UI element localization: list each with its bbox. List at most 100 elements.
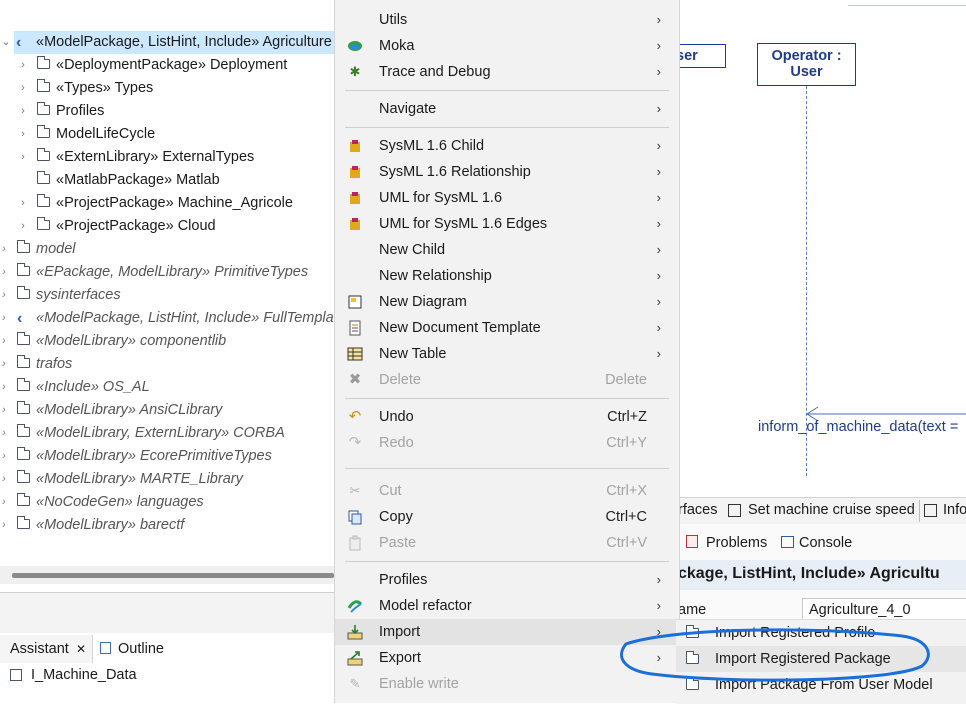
menu-item-new-diagram[interactable]: New Diagram › xyxy=(335,289,679,315)
tree-row[interactable]: › ModelLifeCycle xyxy=(0,123,334,146)
menu-item-sysml-relationship[interactable]: SysML 1.6 Relationship › xyxy=(335,159,679,185)
menu-item-profiles[interactable]: Profiles › xyxy=(335,567,679,593)
chevron-right-icon[interactable]: › xyxy=(0,445,10,468)
menu-item-new-relationship[interactable]: New Relationship › xyxy=(335,263,679,289)
shortcut: Delete xyxy=(605,372,647,388)
tree-row-import[interactable]: › model xyxy=(0,238,334,261)
tree-row[interactable]: › «DeploymentPackage» Deployment xyxy=(0,54,334,77)
menu-item-navigate[interactable]: Navigate › xyxy=(335,96,679,122)
tree-row-root[interactable]: ⌄ ‹ «ModelPackage, ListHint, Include» Ag… xyxy=(0,31,334,54)
chevron-right-icon[interactable]: › xyxy=(0,422,10,445)
menu-item-uml-sysml[interactable]: UML for SysML 1.6 › xyxy=(335,185,679,211)
shortcut: Ctrl+Y xyxy=(606,435,647,451)
folder-icon xyxy=(17,240,30,253)
chevron-right-icon: › xyxy=(656,38,661,53)
chevron-down-icon[interactable]: ⌄ xyxy=(0,31,12,54)
chevron-right-icon[interactable]: › xyxy=(17,54,29,77)
menu-item-new-table[interactable]: New Table › xyxy=(335,341,679,367)
chevron-right-icon[interactable]: › xyxy=(17,146,29,169)
tree-row-import[interactable]: › «ModelLibrary» MARTE_Library xyxy=(0,468,334,491)
chevron-right-icon[interactable]: › xyxy=(0,514,10,537)
editor-tab[interactable]: Info xyxy=(943,502,966,518)
editor-tab-active[interactable]: Set machine cruise speed xyxy=(748,502,915,518)
tree-label: «ProjectPackage» Cloud xyxy=(56,218,216,234)
tree-row-import[interactable]: › «ModelLibrary» componentlib xyxy=(0,330,334,353)
chevron-right-icon: › xyxy=(656,216,661,231)
tree-row-import[interactable]: › sysinterfaces xyxy=(0,284,334,307)
document-template-icon xyxy=(347,320,363,336)
tree-row-import[interactable]: › «ModelLibrary» AnsiCLibrary xyxy=(0,399,334,422)
chevron-right-icon[interactable]: › xyxy=(0,330,10,353)
tree-label: trafos xyxy=(36,356,73,372)
menu-item-copy[interactable]: Copy Ctrl+C xyxy=(335,504,679,530)
editor-tab[interactable]: rfaces xyxy=(678,502,718,518)
tree-row-import[interactable]: › «EPackage, ModelLibrary» PrimitiveType… xyxy=(0,261,334,284)
tree-row-import[interactable]: › «ModelLibrary» EcorePrimitiveTypes xyxy=(0,445,334,468)
menu-item-undo[interactable]: ↶ Undo Ctrl+Z xyxy=(335,404,679,430)
chevron-right-icon[interactable]: › xyxy=(0,238,10,261)
menu-item-sysml-child[interactable]: SysML 1.6 Child › xyxy=(335,133,679,159)
menu-item-uml-sysml-edges[interactable]: UML for SysML 1.6 Edges › xyxy=(335,211,679,237)
menu-item-model-refactor[interactable]: Model refactor › xyxy=(335,593,679,619)
tree-row[interactable]: › Profiles xyxy=(0,100,334,123)
menu-item-new-document-template[interactable]: New Document Template › xyxy=(335,315,679,341)
list-item[interactable]: I_Machine_Data xyxy=(10,666,330,688)
chevron-right-icon: › xyxy=(656,190,661,205)
table-icon xyxy=(347,346,363,362)
chevron-right-icon[interactable]: › xyxy=(17,215,29,238)
chevron-right-icon[interactable]: › xyxy=(17,123,29,146)
menu-item-trace-debug[interactable]: ✱ Trace and Debug › xyxy=(335,59,679,85)
chevron-right-icon[interactable]: › xyxy=(0,353,10,376)
list-item-label: I_Machine_Data xyxy=(31,667,137,683)
menu-separator xyxy=(345,127,669,128)
chevron-right-icon: › xyxy=(656,101,661,116)
sysml-icon xyxy=(347,190,363,206)
chevron-right-icon[interactable]: › xyxy=(17,77,29,100)
tree-row[interactable]: › «ProjectPackage» Cloud xyxy=(0,215,334,238)
message-label[interactable]: inform_of_machine_data(text = xyxy=(758,419,958,435)
tree-row[interactable]: «MatlabPackage» Matlab xyxy=(0,169,334,192)
chevron-right-icon[interactable]: › xyxy=(0,284,10,307)
tree-row-import[interactable]: › «ModelLibrary» barectf xyxy=(0,514,334,537)
tree-label: «NoCodeGen» languages xyxy=(36,494,204,510)
tab-label: Assistant xyxy=(10,641,69,657)
chevron-right-icon[interactable]: › xyxy=(0,399,10,422)
tree-row-import[interactable]: › trafos xyxy=(0,353,334,376)
tab-outline[interactable]: Outline xyxy=(96,635,196,663)
property-label: ame xyxy=(678,602,707,618)
menu-item-utils[interactable]: Utils › xyxy=(335,7,679,33)
tab-console[interactable]: Console xyxy=(799,535,852,551)
scrollbar-thumb[interactable] xyxy=(12,573,334,578)
tree-row-import[interactable]: › «Include» OS_AL xyxy=(0,376,334,399)
tree-row[interactable]: › «ExternLibrary» ExternalTypes xyxy=(0,146,334,169)
chevron-right-icon[interactable]: › xyxy=(0,261,10,284)
chevron-right-icon[interactable]: › xyxy=(0,491,10,514)
lifeline-partial[interactable]: ser xyxy=(672,44,726,68)
chevron-right-icon[interactable]: › xyxy=(17,100,29,123)
tree-row-import[interactable]: › «NoCodeGen» languages xyxy=(0,491,334,514)
diagram-icon xyxy=(728,504,741,517)
folder-icon xyxy=(37,125,50,138)
menu-item-new-child[interactable]: New Child › xyxy=(335,237,679,263)
folder-icon xyxy=(37,148,50,161)
tab-assistant[interactable]: Assistant ✕ xyxy=(0,635,93,663)
menu-item-label: UML for SysML 1.6 xyxy=(379,190,503,206)
tree-row-import[interactable]: › ‹ «ModelPackage, ListHint, Include» Fu… xyxy=(0,307,338,330)
chevron-right-icon[interactable]: › xyxy=(17,192,29,215)
sysml-icon xyxy=(347,138,363,154)
paste-icon xyxy=(347,535,363,551)
close-icon[interactable]: ✕ xyxy=(76,642,86,656)
tree-label: «Include» OS_AL xyxy=(36,379,150,395)
lifeline-operator[interactable]: Operator : User xyxy=(757,43,856,86)
menu-item-moka[interactable]: Moka › xyxy=(335,33,679,59)
tree-row[interactable]: › «Types» Types xyxy=(0,77,334,100)
horizontal-scrollbar[interactable] xyxy=(0,566,334,584)
chevron-right-icon: › xyxy=(656,138,661,153)
tree-label: «ModelLibrary» barectf xyxy=(36,517,185,533)
tree-row-import[interactable]: › «ModelLibrary, ExternLibrary» CORBA xyxy=(0,422,334,445)
tree-row[interactable]: › «ProjectPackage» Machine_Agricole xyxy=(0,192,334,215)
chevron-right-icon[interactable]: › xyxy=(0,376,10,399)
chevron-right-icon[interactable]: › xyxy=(0,307,10,330)
chevron-right-icon[interactable]: › xyxy=(0,468,10,491)
tab-problems[interactable]: Problems xyxy=(706,535,767,551)
